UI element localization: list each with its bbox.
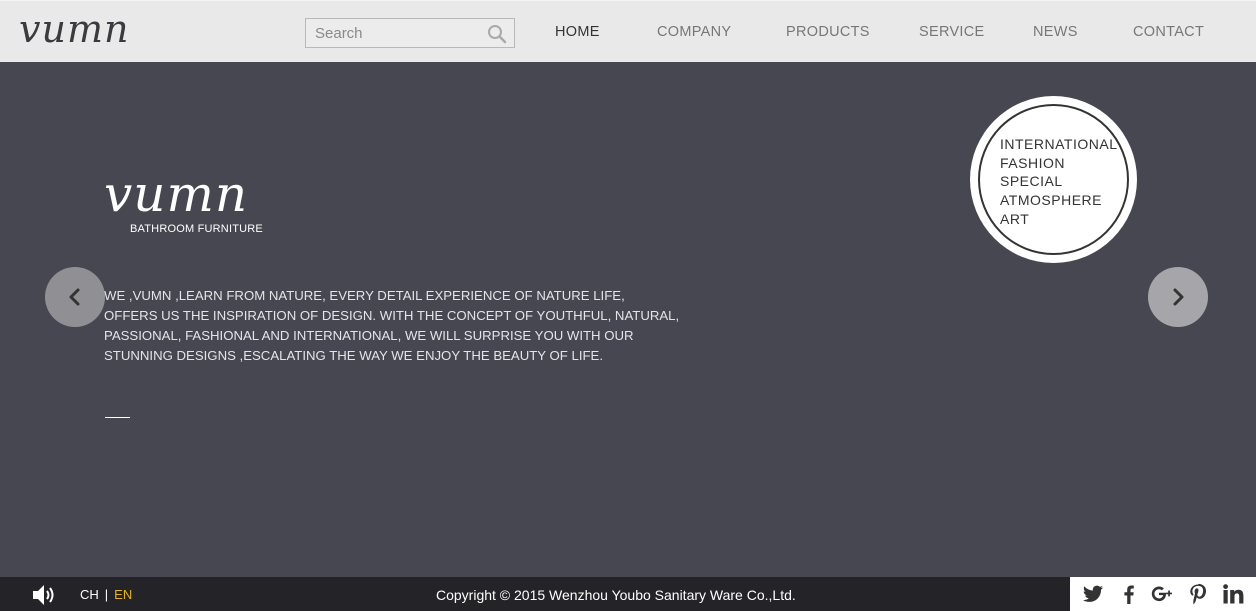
language-switcher: CH | EN [80, 587, 132, 602]
hero-subtitle: BATHROOM FURNITURE [130, 223, 263, 235]
nav-service[interactable]: SERVICE [919, 24, 985, 40]
speaker-icon[interactable] [31, 583, 59, 607]
badge-line: ART [1000, 210, 1030, 227]
hero-slider: vumn BATHROOM FURNITURE WE ,VUMN ,LEARN … [0, 62, 1256, 577]
badge-line: FASHION [1000, 154, 1065, 171]
chevron-left-icon [69, 288, 80, 306]
lang-en[interactable]: EN [114, 587, 132, 602]
badge-text: INTERNATIONAL FASHION SPECIAL ATMOSPHERE… [1000, 135, 1117, 229]
lang-ch[interactable]: CH [80, 587, 99, 602]
nav-news[interactable]: NEWS [1033, 24, 1078, 40]
nav-products[interactable]: PRODUCTS [786, 24, 870, 40]
slider-prev-button[interactable] [45, 267, 105, 327]
pinterest-icon[interactable] [1187, 583, 1209, 605]
main-nav: HOME COMPANY PRODUCTS SERVICE NEWS CONTA… [0, 24, 1256, 44]
nav-contact[interactable]: CONTACT [1133, 24, 1204, 40]
hero-description-line: WE ,VUMN ,LEARN FROM NATURE, EVERY DETAI… [104, 288, 625, 303]
badge-line: ATMOSPHERE [1000, 192, 1102, 209]
hero-description: WE ,VUMN ,LEARN FROM NATURE, EVERY DETAI… [104, 286, 704, 366]
facebook-icon[interactable] [1118, 583, 1140, 605]
hero-description-line: STUNNING DESIGNS ,ESCALATING THE WAY WE … [104, 348, 604, 363]
site-header: vumn HOME COMPANY PRODUCTS SERVICE NEWS … [0, 0, 1256, 62]
hero-logo: vumn [104, 165, 249, 223]
badge-line: INTERNATIONAL [1000, 136, 1118, 152]
nav-home[interactable]: HOME [555, 24, 600, 40]
copyright-text: Copyright © 2015 Wenzhou Youbo Sanitary … [436, 587, 796, 603]
linkedin-icon[interactable] [1222, 583, 1244, 605]
google-plus-icon[interactable] [1151, 583, 1173, 605]
twitter-icon[interactable] [1082, 583, 1104, 605]
social-links [1070, 577, 1256, 611]
hero-description-line: PASSIONAL, FASHIONAL AND INTERNATIONAL, … [104, 328, 634, 343]
hero-description-line: OFFERS US THE INSPIRATION OF DESIGN. WIT… [104, 308, 680, 323]
nav-company[interactable]: COMPANY [657, 24, 731, 40]
hero-divider [105, 417, 130, 418]
badge-line: SPECIAL [1000, 173, 1063, 190]
hero-badge: INTERNATIONAL FASHION SPECIAL ATMOSPHERE… [970, 96, 1137, 263]
lang-separator: | [104, 587, 109, 602]
slider-next-button[interactable] [1148, 267, 1208, 327]
site-footer: CH | EN Copyright © 2015 Wenzhou Youbo San… [0, 577, 1256, 611]
chevron-right-icon [1173, 288, 1184, 306]
